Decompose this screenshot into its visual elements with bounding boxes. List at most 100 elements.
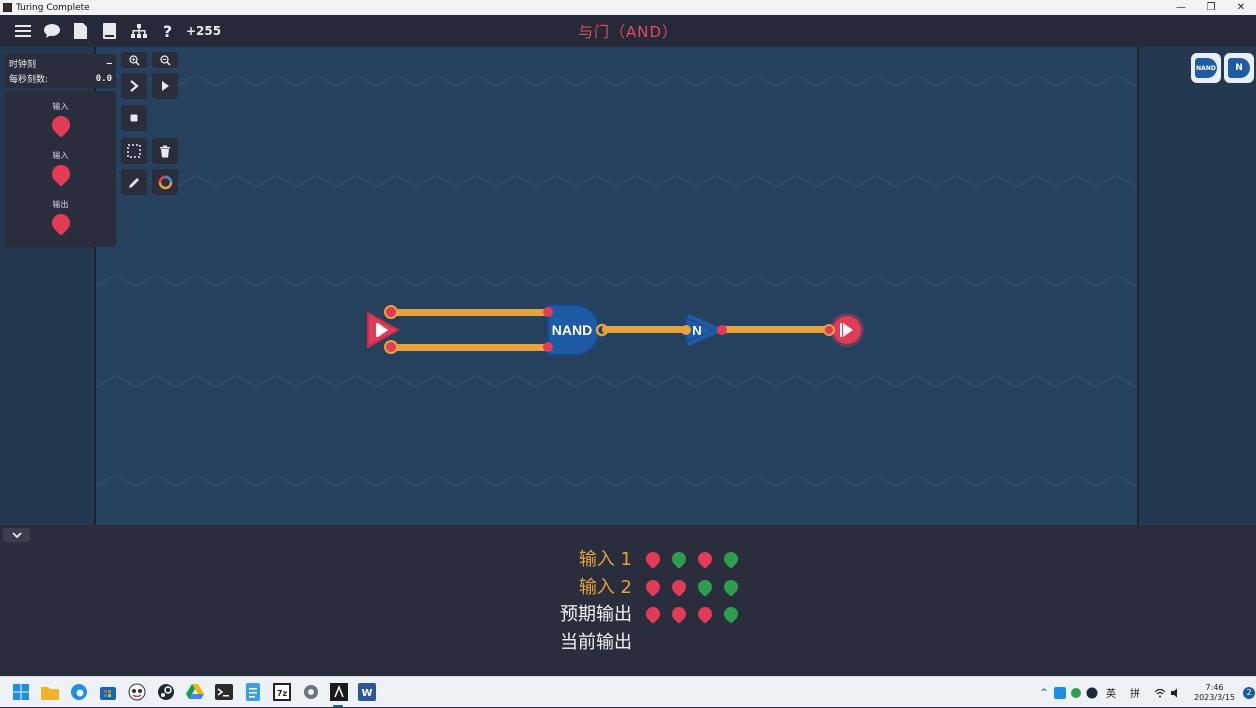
truth-row-current-label: 当前输出: [560, 632, 632, 653]
play-icon: [162, 81, 169, 91]
help-icon[interactable]: ?: [153, 15, 182, 47]
delete-button[interactable]: [152, 138, 178, 164]
word-icon[interactable]: W: [357, 682, 377, 702]
turing-complete-taskbar-icon[interactable]: [329, 682, 349, 702]
color-button[interactable]: [152, 169, 178, 195]
wifi-icon[interactable]: [1154, 688, 1166, 698]
truth-value-dot: [721, 549, 741, 569]
terminal-icon[interactable]: [214, 682, 234, 702]
notification-badge[interactable]: 2: [1243, 686, 1256, 699]
document-icon[interactable]: [66, 15, 95, 47]
truth-value-dot: [721, 577, 741, 597]
step-button[interactable]: [121, 73, 147, 99]
input-pin-connector-a[interactable]: [384, 305, 398, 319]
wire-input-to-nand-a[interactable]: [390, 309, 548, 316]
io-panel: 输入 输入 输出: [5, 91, 116, 247]
bluetooth-icon[interactable]: [1054, 686, 1066, 699]
truth-value-dot: [643, 549, 663, 569]
truth-value-dot: [695, 577, 715, 597]
start-button[interactable]: [11, 682, 31, 702]
component-not-label: N: [1228, 58, 1250, 78]
windows-logo-icon: [13, 684, 29, 700]
ime-language[interactable]: 英: [1106, 685, 1116, 700]
maximize-button[interactable]: ❐: [1196, 0, 1226, 15]
game-app-icon[interactable]: [127, 682, 147, 702]
io-item-label: 输入: [52, 151, 69, 160]
system-tray: ^ 英 拼 7:46 2023/3/15 2: [1038, 677, 1256, 708]
play-button[interactable]: [152, 73, 178, 99]
steam-icon[interactable]: [156, 682, 176, 702]
clock-time: 7:46: [1205, 682, 1224, 692]
output-pin[interactable]: [823, 313, 864, 347]
not-gate[interactable]: [681, 314, 727, 346]
store-icon[interactable]: [98, 682, 118, 702]
component-nand-label: NAND: [1195, 58, 1217, 78]
app-icon: [3, 3, 12, 12]
settings-icon[interactable]: [301, 682, 321, 702]
notepad-icon[interactable]: [243, 682, 263, 702]
chevron-right-icon: [130, 80, 139, 92]
truth-row-expected-label: 预期输出: [560, 604, 632, 625]
google-drive-icon[interactable]: [185, 682, 205, 702]
trash-icon: [160, 145, 170, 157]
wire-input-to-nand-b[interactable]: [390, 344, 548, 351]
zoom-out-icon: [159, 54, 171, 66]
close-button[interactable]: ✕: [1226, 0, 1256, 15]
not-gate-label: N: [692, 323, 701, 338]
edge-browser-icon[interactable]: [69, 682, 89, 702]
minimize-button[interactable]: —: [1166, 0, 1196, 15]
windows-taskbar: 7z W ^ 英 拼 7:46 2023/3/15 2: [0, 676, 1256, 707]
truth-value-dot: [669, 577, 689, 597]
right-sidebar-background: [1139, 47, 1256, 525]
zoom-in-button[interactable]: [121, 52, 147, 68]
pencil-icon: [128, 177, 139, 188]
component-nand[interactable]: NAND: [1191, 53, 1221, 83]
wire-nand-to-not[interactable]: [602, 326, 692, 333]
svg-text:7z: 7z: [277, 689, 288, 698]
ime-mode[interactable]: 拼: [1130, 685, 1140, 700]
color-wheel-icon: [158, 175, 172, 189]
pencil-button[interactable]: [121, 169, 147, 195]
clock-panel: 时钟刻 – 每秒刻数: 0.0: [5, 54, 116, 88]
input-pin-connector-b[interactable]: [384, 340, 398, 354]
zoom-out-button[interactable]: [152, 52, 178, 68]
stop-icon: [130, 114, 138, 122]
book-icon[interactable]: [95, 15, 124, 47]
truth-value-dot: [695, 549, 715, 569]
component-not[interactable]: N: [1224, 53, 1254, 83]
volume-icon[interactable]: [1170, 688, 1182, 698]
steam-tray-icon[interactable]: [1086, 687, 1098, 699]
io-item-input-2[interactable]: 输入: [5, 150, 116, 187]
wire-not-to-output[interactable]: [722, 326, 830, 333]
circuit-canvas[interactable]: NAND N: [94, 47, 1139, 525]
clock-date: 2023/3/15: [1194, 692, 1236, 702]
tps-label: 每秒刻数:: [9, 75, 49, 85]
tray-overflow-icon[interactable]: ^: [1038, 688, 1050, 698]
window-title: Turing Complete: [16, 2, 90, 13]
io-item-output[interactable]: 输出: [5, 199, 116, 236]
file-explorer-icon[interactable]: [40, 682, 60, 702]
truth-value-dot: [643, 577, 663, 597]
menu-icon[interactable]: [8, 15, 37, 47]
select-button[interactable]: [121, 138, 147, 164]
collapse-panel-button[interactable]: [3, 528, 30, 542]
nand-gate-label: NAND: [552, 322, 592, 338]
7zip-icon[interactable]: 7z: [272, 682, 292, 702]
io-item-input-1[interactable]: 输入: [5, 101, 116, 138]
truth-table-panel: 输入 1 输入 2 预期输出 当前输出: [0, 525, 1256, 676]
truth-value-dot: [721, 604, 741, 624]
io-item-label: 输入: [52, 102, 69, 111]
score-counter: +255: [186, 24, 222, 38]
truth-row-input-2-label: 输入 2: [578, 577, 632, 598]
chat-icon[interactable]: [37, 15, 66, 47]
truth-value-dot: [669, 549, 689, 569]
truth-value-dot: [695, 604, 715, 624]
stop-button[interactable]: [121, 105, 147, 131]
svg-text:W: W: [361, 688, 372, 699]
clock[interactable]: 7:46 2023/3/15: [1194, 683, 1235, 703]
wechat-icon[interactable]: [1070, 687, 1082, 699]
io-item-label: 输出: [52, 200, 69, 209]
io-state-indicator: [47, 112, 74, 138]
tick-value: –: [106, 58, 112, 69]
hierarchy-icon[interactable]: [124, 15, 153, 47]
